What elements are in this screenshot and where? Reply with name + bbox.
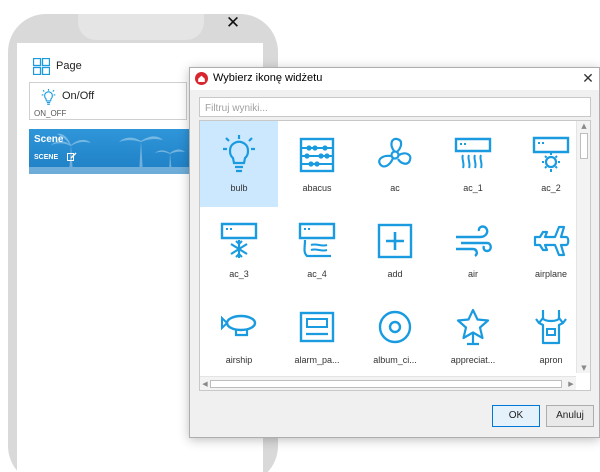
airship-icon (221, 314, 257, 337)
horizontal-scroll-thumb[interactable] (210, 380, 562, 388)
app-stage: ✕ Page On/Off ON_OFF Scene SCENE Wybierz… (0, 0, 600, 472)
ok-button[interactable]: OK (492, 405, 540, 427)
icon-tile-label: ac_1 (463, 183, 483, 193)
ac-wind-icon (298, 222, 336, 258)
cancel-button[interactable]: Anuluj (546, 405, 594, 427)
icon-tile-label: add (387, 269, 403, 279)
filter-input[interactable] (200, 99, 590, 118)
dialog-titlebar[interactable]: Wybierz ikonę widżetu ✕ (190, 68, 599, 90)
add-icon (377, 223, 413, 259)
ac-snow-icon (220, 222, 258, 258)
icon-tile-airship[interactable]: airship (200, 293, 278, 379)
icon-tile-label: bulb (230, 183, 248, 193)
abacus-icon (299, 137, 335, 173)
vertical-scrollbar[interactable]: ▲ ▼ (576, 121, 590, 373)
icon-tile-label: appreciat... (450, 355, 496, 365)
scroll-right-icon[interactable]: ▶ (566, 377, 576, 390)
onoff-label: On/Off (62, 90, 95, 102)
phone-close-button[interactable]: ✕ (224, 14, 242, 32)
page-label: Page (56, 60, 82, 72)
airplane-icon (533, 225, 570, 257)
bulb-icon (223, 135, 255, 173)
icon-picker-dialog: Wybierz ikonę widżetu ✕ bulb (189, 67, 600, 438)
icon-tile-label: abacus (302, 183, 332, 193)
icon-tile-label: ac (390, 183, 400, 193)
icon-tile-ac-4[interactable]: ac_4 (278, 207, 356, 293)
icon-tile-label: airship (225, 355, 253, 365)
scroll-up-icon[interactable]: ▲ (577, 121, 590, 131)
scene-title: Scene (34, 134, 64, 145)
edit-icon[interactable] (67, 152, 77, 162)
icon-tile-ac[interactable]: ac (356, 121, 434, 207)
filter-field[interactable] (199, 97, 591, 118)
icon-tile-add[interactable]: add (356, 207, 434, 293)
dialog-title: Wybierz ikonę widżetu (213, 72, 323, 84)
ac-sun-icon (532, 136, 570, 172)
grid-icon (33, 57, 50, 75)
icon-tile-label: ac_3 (229, 269, 249, 279)
scroll-left-icon[interactable]: ◀ (200, 377, 210, 390)
app-logo-icon (195, 72, 208, 85)
icon-tile-air[interactable]: air (434, 207, 512, 293)
fan-icon (378, 137, 412, 168)
onoff-widget[interactable]: On/Off ON_OFF (29, 82, 187, 120)
icon-tile-ac-1[interactable]: ac_1 (434, 121, 512, 207)
icon-tile-album-circle[interactable]: album_ci... (356, 293, 434, 379)
icon-tile-bulb[interactable]: bulb (200, 121, 278, 207)
icon-tile-label: alarm_pa... (294, 355, 340, 365)
ac-unit-icon (454, 137, 492, 169)
icon-tile-label: air (467, 269, 478, 279)
icon-tile-label: ac_4 (307, 269, 327, 279)
page-item[interactable]: Page (33, 54, 82, 78)
album-circle-icon (378, 310, 412, 344)
bulb-icon (41, 89, 56, 105)
icon-tile-label: album_ci... (373, 355, 417, 365)
appreciation-icon (456, 308, 490, 346)
icon-grid: bulb abacus ac ac_1 ac_2 ac_3 ac_4 add a… (199, 120, 591, 391)
scroll-down-icon[interactable]: ▼ (577, 363, 590, 373)
onoff-sublabel: ON_OFF (34, 109, 67, 118)
vertical-scroll-thumb[interactable] (580, 133, 588, 159)
phone-notch (78, 14, 204, 40)
apron-icon (535, 310, 567, 345)
alarm-panel-icon (299, 311, 335, 343)
horizontal-scrollbar[interactable]: ◀ ▶ (200, 376, 576, 390)
dialog-close-button[interactable]: ✕ (579, 69, 597, 89)
scene-widget[interactable]: Scene SCENE (29, 129, 192, 174)
scene-sublabel: SCENE (34, 154, 59, 161)
icon-tile-ac-3[interactable]: ac_3 (200, 207, 278, 293)
icon-tile-alarm-panel[interactable]: alarm_pa... (278, 293, 356, 379)
icon-tile-abacus[interactable]: abacus (278, 121, 356, 207)
air-icon (456, 225, 492, 257)
icon-tile-appreciation[interactable]: appreciat... (434, 293, 512, 379)
